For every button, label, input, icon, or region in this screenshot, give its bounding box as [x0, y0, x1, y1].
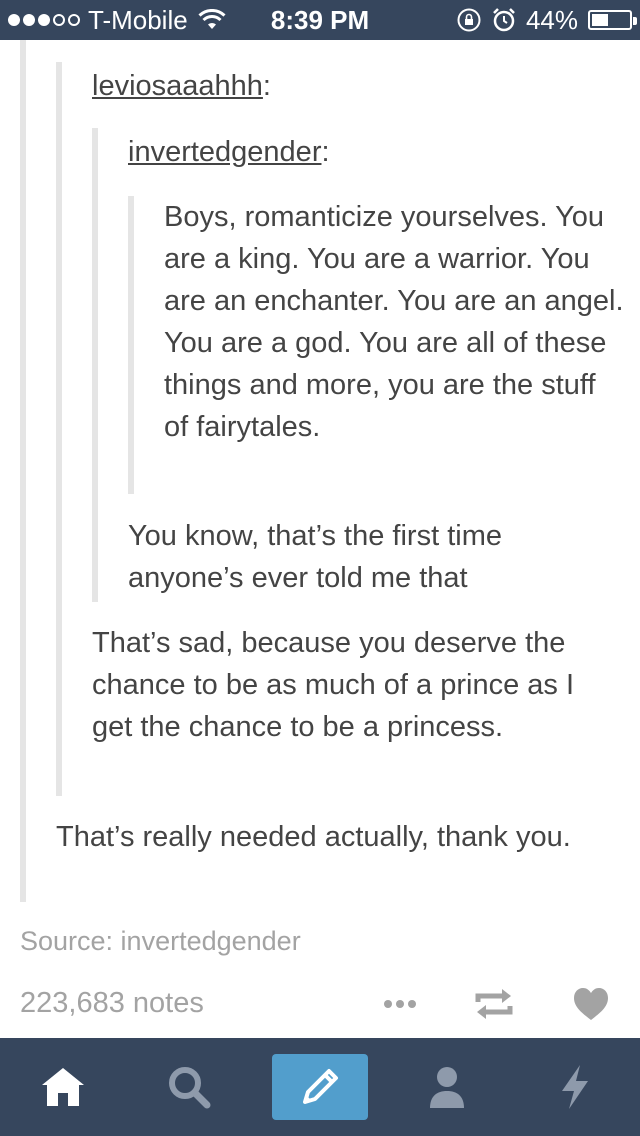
reply-text-3: That’s really needed actually, thank you… — [56, 821, 571, 853]
quote-bar-level-2 — [56, 62, 62, 796]
reply-text-1: You know, that’s the first time anyone’s… — [128, 520, 502, 594]
home-icon — [42, 1068, 84, 1106]
username-text[interactable]: invertedgender — [128, 136, 321, 168]
quote-bar-outer — [20, 40, 26, 902]
reblog-icon[interactable] — [472, 982, 516, 1026]
alarm-icon — [493, 8, 515, 32]
search-icon — [169, 1067, 211, 1109]
rotation-lock-icon — [457, 8, 481, 32]
post-source[interactable]: Source: invertedgender — [20, 926, 301, 957]
username-colon: : — [321, 136, 330, 168]
tab-activity[interactable] — [532, 1038, 618, 1136]
battery-icon — [588, 10, 637, 30]
more-options-icon[interactable] — [380, 982, 420, 1026]
bottom-tab-bar — [0, 1038, 640, 1136]
username-colon: : — [262, 70, 271, 102]
quote-bar-level-3 — [92, 128, 98, 602]
tab-compose[interactable] — [272, 1054, 368, 1120]
status-bar: T-Mobile 8:39 PM 44% — [0, 0, 640, 40]
quote-bar-level-4 — [128, 196, 134, 494]
reblog-username-invertedgender[interactable]: invertedgender: — [128, 136, 330, 169]
reply-text-2: That’s sad, because you deserve the chan… — [92, 627, 574, 743]
tab-account[interactable] — [404, 1038, 490, 1136]
tab-search[interactable] — [146, 1038, 232, 1136]
compose-icon — [303, 1069, 338, 1104]
battery-percent: 44% — [525, 5, 578, 35]
status-right: 44% — [456, 0, 637, 40]
tab-home[interactable] — [20, 1038, 106, 1136]
activity-icon — [562, 1065, 588, 1109]
original-post-text: Boys, romanticize yourselves. You are a … — [164, 201, 624, 443]
account-icon — [430, 1067, 464, 1108]
username-text[interactable]: leviosaaahhh — [92, 70, 263, 102]
notes-count[interactable]: 223,683 notes — [20, 987, 204, 1020]
reblog-username-leviosaaahhh[interactable]: leviosaaahhh: — [92, 70, 271, 103]
like-heart-icon[interactable] — [572, 982, 610, 1026]
